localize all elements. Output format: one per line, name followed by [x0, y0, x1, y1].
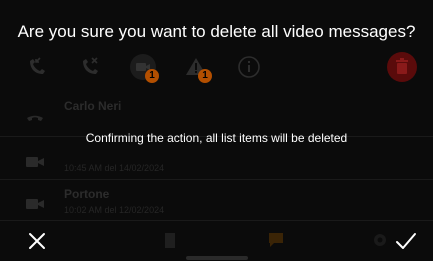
checkmark-icon [396, 233, 416, 249]
close-icon [29, 233, 45, 249]
confirmation-dialog: Are you sure you want to delete all vide… [0, 0, 433, 261]
dialog-message: Confirming the action, all list items wi… [85, 131, 348, 145]
confirm-button[interactable] [393, 228, 419, 254]
delete-confirmation-screen: 1 1 Carlo Neri 10:45 AM del 14/02/2024 P… [0, 0, 433, 261]
cancel-button[interactable] [24, 228, 50, 254]
dialog-title: Are you sure you want to delete all vide… [17, 22, 416, 41]
